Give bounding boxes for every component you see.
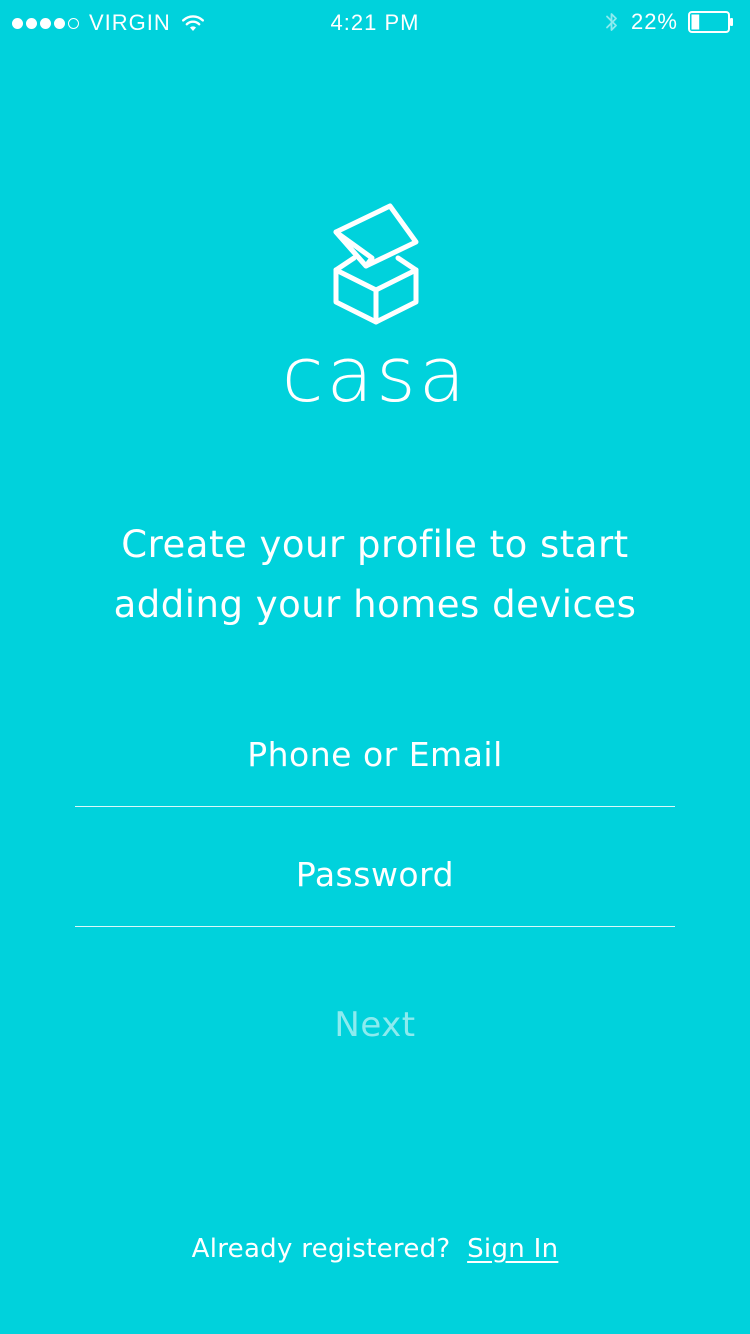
already-registered-text: Already registered? <box>191 1234 451 1264</box>
password-field-container <box>75 837 675 927</box>
battery-icon <box>688 11 733 33</box>
password-input[interactable] <box>75 837 675 926</box>
tagline: Create your profile to start adding your… <box>113 523 637 626</box>
email-field-container <box>75 717 675 807</box>
battery-fill <box>691 14 700 30</box>
casa-logo-icon <box>333 203 419 325</box>
status-right: 22% <box>603 9 734 35</box>
battery-percent: 22% <box>630 9 678 34</box>
phone-or-email-input[interactable] <box>75 717 675 806</box>
next-button[interactable]: Next <box>250 995 500 1055</box>
status-bar: VIRGIN 4:21 PM 22% <box>0 0 750 44</box>
sign-in-link[interactable]: Sign In <box>467 1234 558 1264</box>
footer: Already registered? Sign In <box>0 1234 750 1264</box>
brand-wordmark: casa <box>281 330 469 419</box>
bluetooth-icon <box>606 13 617 31</box>
